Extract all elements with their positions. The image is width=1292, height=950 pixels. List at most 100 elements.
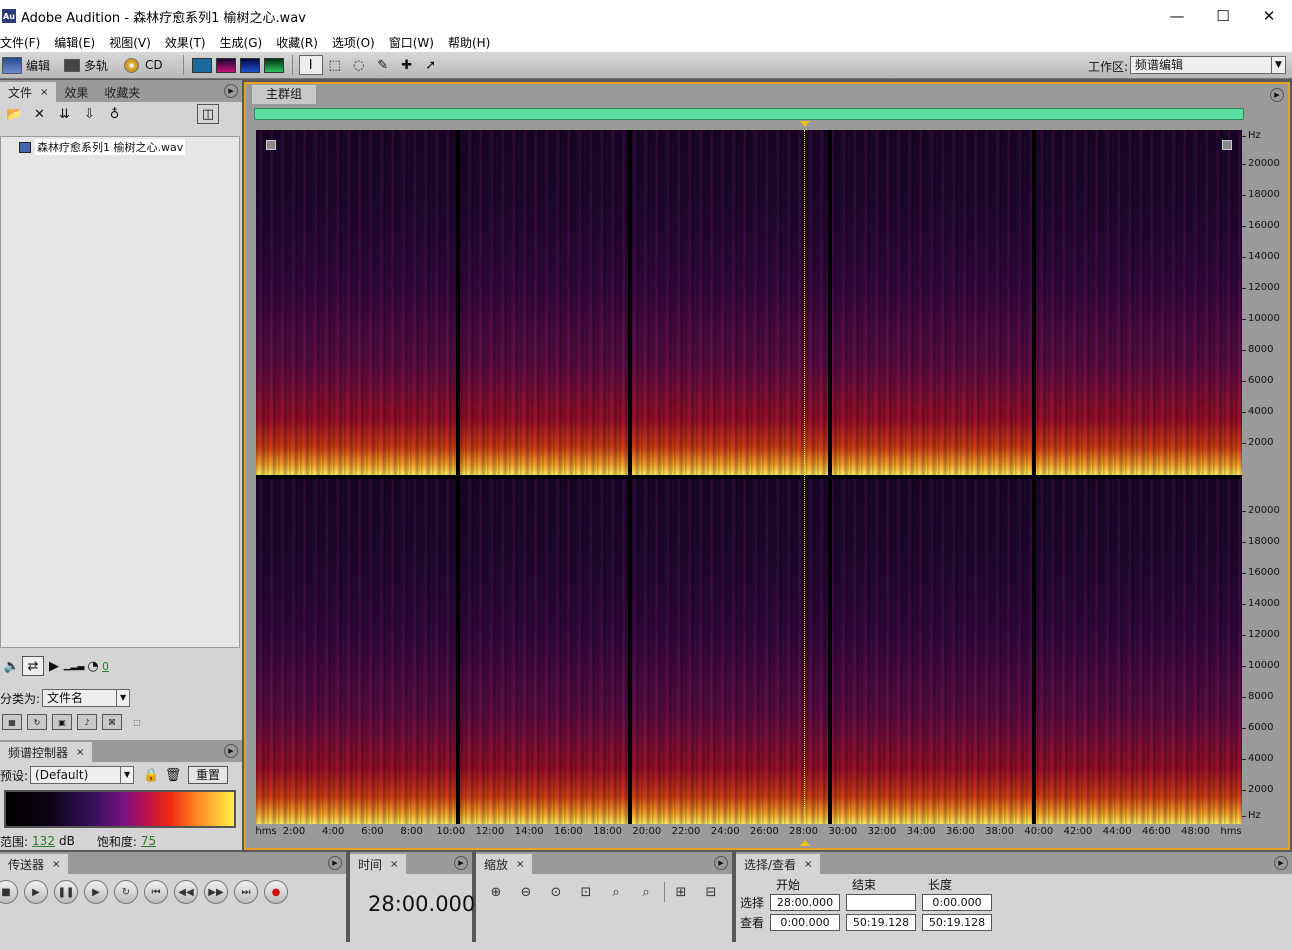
menu-help[interactable]: 帮助(H): [448, 34, 497, 51]
view-start-field[interactable]: 0:00.000: [770, 913, 840, 931]
close-icon[interactable]: ×: [516, 859, 524, 870]
zoom-corner-icon[interactable]: [1222, 140, 1232, 150]
close-file-icon[interactable]: ✕: [27, 104, 52, 124]
cd-view-button[interactable]: CD: [114, 54, 169, 76]
selection-length-field[interactable]: 0:00.000: [922, 893, 992, 911]
menu-file[interactable]: 文件(F): [0, 34, 47, 51]
panel-menu-icon[interactable]: ▶: [224, 84, 238, 98]
save-preset-icon[interactable]: 🔒: [140, 765, 162, 785]
menu-options[interactable]: 选项(O): [332, 34, 382, 51]
spectral-pan-icon[interactable]: [238, 55, 262, 75]
loop-button[interactable]: ↻: [114, 880, 138, 904]
selection-end-field[interactable]: [846, 893, 916, 911]
minimize-button[interactable]: —: [1154, 0, 1200, 32]
zoom-out-vertical-icon[interactable]: ⊟: [699, 881, 723, 903]
rewind-button[interactable]: ◀◀: [174, 880, 198, 904]
volume-value[interactable]: 0: [102, 660, 109, 673]
selection-start-field[interactable]: 28:00.000: [770, 893, 840, 911]
close-icon[interactable]: ×: [390, 859, 398, 870]
tab-transport[interactable]: 传送器 ×: [0, 854, 69, 874]
zoom-left-edge-icon[interactable]: ⌕: [604, 881, 628, 903]
sort-select[interactable]: 文件名 ▼: [42, 689, 131, 707]
loop-preview-icon[interactable]: ⇄: [22, 656, 44, 676]
pause-button[interactable]: ❚❚: [54, 880, 78, 904]
view-options-icon[interactable]: ◫: [197, 104, 219, 124]
zoom-in-horizontal-icon[interactable]: ⊕: [484, 881, 508, 903]
tab-main-group[interactable]: 主群组: [252, 85, 317, 104]
menu-window[interactable]: 窗口(W): [389, 34, 441, 51]
go-to-end-button[interactable]: ⏭: [234, 880, 258, 904]
fast-forward-button[interactable]: ▶▶: [204, 880, 228, 904]
edit-file-icon[interactable]: ♁: [102, 104, 127, 124]
filter-video-icon[interactable]: ▣: [52, 714, 72, 730]
panel-menu-icon[interactable]: ▶: [1274, 856, 1288, 870]
insert-into-cd-icon[interactable]: ⇩: [77, 104, 102, 124]
marquee-tool-icon[interactable]: ⬚: [323, 55, 347, 75]
hybrid-tool-icon[interactable]: ➚: [419, 55, 443, 75]
multitrack-view-button[interactable]: 多轨: [56, 54, 114, 76]
workspace-select[interactable]: 频谱编辑 ▼: [1130, 56, 1286, 74]
go-to-start-button[interactable]: ⏮: [144, 880, 168, 904]
zoom-corner-icon[interactable]: [266, 140, 276, 150]
view-end-field[interactable]: 50:19.128: [846, 913, 916, 931]
maximize-button[interactable]: ☐: [1200, 0, 1246, 32]
close-icon[interactable]: ×: [76, 747, 84, 758]
cursor-top-marker[interactable]: [800, 121, 810, 127]
open-file-icon[interactable]: 📂: [2, 104, 27, 124]
tab-zoom[interactable]: 缩放 ×: [476, 854, 533, 874]
close-icon[interactable]: ×: [52, 859, 60, 870]
tab-favorites[interactable]: 收藏夹: [96, 82, 148, 102]
tab-spectral-controller[interactable]: 频谱控制器 ×: [0, 742, 93, 762]
play-preview-icon[interactable]: ▶: [44, 656, 64, 676]
spot-healing-tool-icon[interactable]: ✚: [395, 55, 419, 75]
list-item[interactable]: 森林疗愈系列1 榆树之心.wav: [19, 139, 239, 155]
volume-knob-icon[interactable]: ◔: [84, 656, 102, 676]
menu-effects[interactable]: 效果(T): [165, 34, 213, 51]
filter-audio-icon[interactable]: ▦: [2, 714, 22, 730]
menu-generate[interactable]: 生成(G): [220, 34, 270, 51]
spectral-phase-icon[interactable]: [262, 55, 286, 75]
filter-toggle-icon[interactable]: ⌘: [102, 714, 122, 730]
panel-menu-icon[interactable]: ▶: [714, 856, 728, 870]
menu-edit[interactable]: 编辑(E): [54, 34, 102, 51]
filter-loop-icon[interactable]: ↻: [27, 714, 47, 730]
delete-preset-icon[interactable]: 🗑: [162, 765, 184, 785]
panel-menu-icon[interactable]: ▶: [454, 856, 468, 870]
edit-view-button[interactable]: 编辑: [0, 54, 56, 76]
close-icon[interactable]: ×: [40, 87, 48, 98]
zoom-out-horizontal-icon[interactable]: ⊖: [514, 881, 538, 903]
brush-tool-icon[interactable]: ✎: [371, 55, 395, 75]
playback-cursor[interactable]: [803, 130, 805, 824]
spectrogram-area[interactable]: [256, 130, 1242, 824]
overview-bar[interactable]: [254, 108, 1244, 120]
preset-select[interactable]: (Default) ▼: [30, 766, 135, 784]
filter-midi-icon[interactable]: ♪: [77, 714, 97, 730]
menu-favorites[interactable]: 收藏(R): [276, 34, 325, 51]
play-button[interactable]: ▶: [24, 880, 48, 904]
play-to-end-button[interactable]: ▶: [84, 880, 108, 904]
reset-button[interactable]: 重置: [188, 766, 229, 784]
tab-files[interactable]: 文件 ×: [0, 82, 57, 102]
spectrogram-channel-right[interactable]: [256, 479, 1242, 824]
view-length-field[interactable]: 50:19.128: [922, 913, 992, 931]
zoom-right-edge-icon[interactable]: ⌕: [634, 881, 658, 903]
saturation-value[interactable]: 75: [141, 834, 156, 848]
tab-time[interactable]: 时间 ×: [350, 854, 407, 874]
insert-into-multitrack-icon[interactable]: ⇊: [52, 104, 77, 124]
zoom-selection-icon[interactable]: ⊡: [574, 881, 598, 903]
cursor-bottom-marker[interactable]: [800, 840, 810, 846]
spectrogram-channel-left[interactable]: [256, 130, 1242, 475]
range-value[interactable]: 132: [32, 834, 55, 848]
close-button[interactable]: ✕: [1246, 0, 1292, 32]
panel-menu-icon[interactable]: ▶: [328, 856, 342, 870]
spectral-color-gradient[interactable]: [4, 790, 236, 828]
waveform-display-icon[interactable]: [190, 55, 214, 75]
zoom-out-full-icon[interactable]: ⊙: [544, 881, 568, 903]
record-button[interactable]: ●: [264, 880, 288, 904]
tab-selection-view[interactable]: 选择/查看 ×: [736, 854, 821, 874]
spectral-frequency-icon[interactable]: [214, 55, 238, 75]
tab-effects[interactable]: 效果: [56, 82, 96, 102]
panel-menu-icon[interactable]: ▶: [1270, 88, 1284, 102]
lasso-tool-icon[interactable]: ◌: [347, 55, 371, 75]
panel-menu-icon[interactable]: ▶: [224, 744, 238, 758]
